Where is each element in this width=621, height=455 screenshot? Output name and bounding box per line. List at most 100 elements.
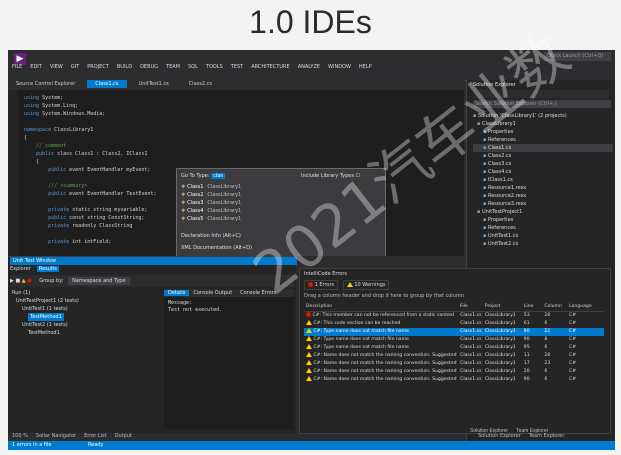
test-tree-node[interactable]: UnitTest2 (1 tests) — [12, 321, 162, 329]
result-class-name: Class5 — [187, 216, 204, 222]
warnings-filter-button[interactable]: 10 Warnings — [342, 280, 390, 290]
unit-test-subtab[interactable]: Explorer — [10, 266, 31, 272]
error-row[interactable]: C#: This code section can be reached Clas… — [304, 320, 604, 328]
include-library-types-option[interactable]: Include Library Types ☐ — [301, 173, 360, 179]
error-column-header[interactable]: Line — [521, 303, 543, 312]
editor-tab[interactable]: Class2.cs — [181, 80, 220, 88]
error-description-cell: C#: Name does not match the naming conve… — [304, 376, 458, 384]
editor-tab[interactable]: Class1.cs — [87, 80, 127, 88]
test-tree-node[interactable]: TestMethod1 — [12, 313, 162, 321]
code-line: public class Class1 : Class2, IClass1 — [24, 150, 156, 158]
group-by-select[interactable]: Namespace and Type — [68, 277, 130, 285]
solution-tree-node[interactable]: ▪ IClass1.cs — [473, 176, 613, 184]
solution-tree-node[interactable]: ▪ Properties — [473, 216, 613, 224]
go-to-type-result[interactable]: ❖ Class2 ClassLibrary1 — [181, 191, 271, 199]
error-file-cell: Class1.cs — [460, 313, 482, 318]
code-line: using System; — [24, 94, 156, 102]
error-column-header[interactable]: Project — [482, 303, 522, 312]
error-row[interactable]: C#: This member can not be referenced fr… — [304, 312, 604, 321]
solution-tree-node[interactable]: ▪ Resource3.resx — [473, 200, 613, 208]
solution-tree-node[interactable]: ▪ Class4.cs — [473, 168, 613, 176]
go-to-type-popup[interactable]: Go To Type: clas Include Library Types ☐… — [176, 168, 386, 256]
declaration-info-link[interactable]: Declaration Info (Alt+C) — [181, 233, 241, 239]
solution-tree-node[interactable]: ▪ Class2.cs — [473, 152, 613, 160]
error-description: C#: This code section can be reached — [312, 321, 401, 326]
editor-tab[interactable]: UnitTest1.cs — [131, 80, 177, 88]
error-row[interactable]: C#: Name does not match the naming conve… — [304, 376, 604, 384]
solution-tree-node[interactable]: ▪ Class3.cs — [473, 160, 613, 168]
error-row[interactable]: C#: Name does not match the naming conve… — [304, 360, 604, 368]
go-to-type-result[interactable]: ❖ Class3 ClassLibrary1 — [181, 199, 271, 207]
code-line: private int intField; — [24, 238, 156, 246]
test-node-label: UnitTest2 (1 tests) — [22, 322, 68, 328]
editor-tab[interactable]: Source Control Explorer — [8, 80, 83, 88]
intellicode-errors-panel: IntelliCode Errors 1 Errors 10 Warnings … — [299, 268, 611, 434]
solution-tree-node[interactable]: ▪ Properties — [473, 128, 613, 136]
solution-tree-node[interactable]: ▪ Solution 'ClassLibrary1' (2 projects) — [473, 112, 613, 120]
error-column-header[interactable]: Column — [542, 303, 567, 312]
test-detail-tab[interactable]: Console Errors — [236, 290, 280, 296]
solution-bottom-tab[interactable]: Solution Explorer — [470, 428, 508, 434]
quick-launch-input[interactable]: Quick Launch (Ctrl+Q) — [544, 52, 611, 61]
error-col-cell: 6 — [544, 345, 548, 350]
xml-documentation-link[interactable]: XML Documentation (Alt+D) — [181, 245, 252, 251]
error-lang-cell: C# — [569, 361, 577, 366]
go-to-type-result[interactable]: ❖ Class4 ClassLibrary1 — [181, 207, 271, 215]
unit-test-subtab[interactable]: Results — [36, 266, 59, 272]
solution-tree-node[interactable]: ▪ Class1.cs — [473, 144, 613, 152]
test-detail-tab[interactable]: Console Output — [189, 290, 236, 296]
error-col-cell: 22 — [542, 328, 567, 336]
bottom-tab[interactable]: Error List — [84, 433, 107, 439]
bottom-tab[interactable]: Output — [115, 433, 132, 439]
solution-tree-node[interactable]: ▪ References — [473, 136, 613, 144]
solution-node-label: References — [487, 137, 516, 143]
solution-tree-node[interactable]: ▪ UnitTest1.cs — [473, 232, 613, 240]
go-to-type-query[interactable]: clas — [211, 173, 225, 179]
go-to-type-result[interactable]: ❖ Class1 ClassLibrary1 — [181, 183, 271, 191]
test-detail-tab[interactable]: Details — [164, 290, 190, 296]
code-text: { — [24, 135, 28, 141]
test-tree-node[interactable]: UnitTestProject1 (2 tests) — [12, 297, 162, 305]
solution-tree-node[interactable]: ▪ References — [473, 224, 613, 232]
test-tree-node[interactable]: UnitTest1 (1 tests) — [12, 305, 162, 313]
solution-node-label: Class2.cs — [487, 153, 512, 159]
go-to-type-result[interactable]: ❖ Class5 ClassLibrary1 — [181, 215, 271, 223]
run-icon[interactable]: ▶ — [10, 278, 14, 284]
error-column-header[interactable]: Description — [304, 303, 459, 312]
error-row[interactable]: C#: Name does not match the naming conve… — [304, 352, 604, 360]
test-tree-node[interactable]: TestMethod1 — [12, 329, 162, 337]
zoom-level[interactable]: 100 % — [12, 433, 28, 439]
error-line-cell: 20 — [523, 369, 530, 374]
error-file-cell: Class1.cs — [458, 328, 483, 336]
error-row[interactable]: C#: Type name does not match file name Cl… — [304, 344, 604, 352]
ide-window: ▶ FILE EDIT VIEW GIT PROJECT BUILD DEBUG TEAM SQ… — [8, 50, 615, 450]
solution-tree-node[interactable]: ▪ ClassLibrary1 — [473, 120, 613, 128]
code-line: private readonly ClassString — [24, 222, 156, 230]
error-lang-cell: C# — [569, 345, 577, 350]
error-row[interactable]: C#: Type name does not match file name Cl… — [304, 336, 604, 344]
test-tree-node[interactable]: Run (1) — [12, 289, 162, 297]
solution-search-input[interactable]: Search Solution Explorer (Ctrl+;) — [473, 100, 611, 108]
bottom-tab[interactable]: Sollar Navigator — [36, 433, 76, 439]
result-project-name: ClassLibrary1 — [207, 208, 242, 214]
test-message: Message: Test not executed. — [164, 297, 294, 317]
solution-bottom-tab[interactable]: Team Explorer — [516, 428, 548, 434]
solution-tree-node[interactable]: ▪ Resource1.resx — [473, 184, 613, 192]
error-row[interactable]: C#: Type name does not match file name Cl… — [304, 328, 604, 336]
code-text[interactable]: using System; using System.Linq; using Sys… — [24, 94, 156, 256]
solution-node-label: Class4.cs — [487, 169, 512, 175]
solution-tree-node[interactable]: ▪ UnitTestProject1 — [473, 208, 613, 216]
error-column-header[interactable]: File — [458, 303, 483, 312]
code-editor[interactable]: using System; using System.Linq; using Sys… — [8, 90, 464, 256]
solution-tree-node[interactable]: ▪ Resource2.resx — [473, 192, 613, 200]
warning-filter-icon[interactable]: ▲ — [22, 278, 26, 284]
solution-node-label: Solution 'ClassLibrary1' (2 projects) — [477, 113, 567, 119]
error-filter-icon[interactable]: ● — [27, 278, 31, 284]
error-col-cell: 23 — [544, 361, 551, 366]
error-column-header[interactable]: Language — [567, 303, 604, 312]
error-row[interactable]: C#: Name does not match the naming conve… — [304, 368, 604, 376]
stop-icon[interactable]: ■ — [15, 278, 20, 284]
errors-filter-button[interactable]: 1 Errors — [304, 280, 339, 290]
code-line: public const string ConstString; — [24, 214, 156, 222]
solution-tree-node[interactable]: ▪ UnitTest2.cs — [473, 240, 613, 248]
